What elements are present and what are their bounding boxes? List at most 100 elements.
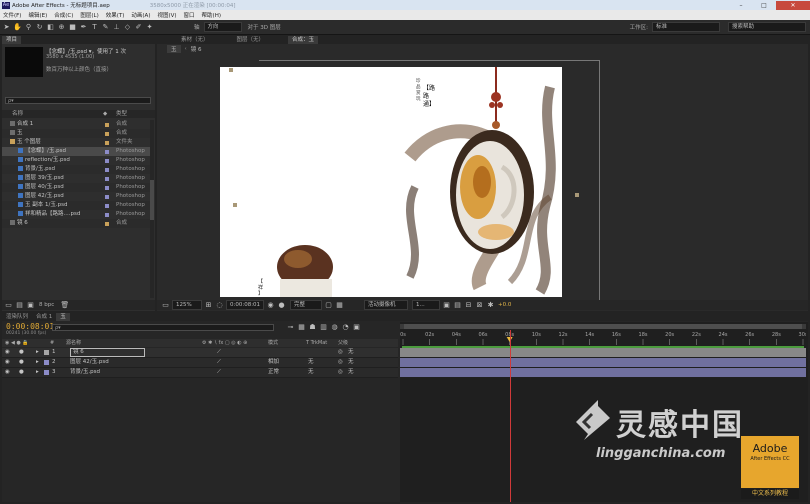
menu-composition[interactable]: 合成(C) <box>54 11 73 19</box>
parent-pickwhip-icon[interactable]: ◎ <box>338 348 343 357</box>
snapshot-icon[interactable]: ◉ <box>266 301 275 310</box>
draft-3d-icon[interactable]: ▦ <box>297 323 306 332</box>
zoom-tool-icon[interactable]: ⚲ <box>24 23 33 32</box>
graph-editor-icon[interactable]: ◔ <box>341 323 350 332</box>
time-ruler[interactable]: 0s02s04s06s08s10s12s14s16s18s20s22s24s26… <box>400 330 806 346</box>
layer-row[interactable]: ◉ ● ▸ 1 镜 6 ⟋ ◎ 无 <box>2 348 398 358</box>
view-layout-select[interactable]: 1... <box>412 300 440 310</box>
layer-name[interactable]: 背景/玉.psd <box>70 368 100 377</box>
close-button[interactable]: ✕ <box>776 0 810 10</box>
new-comp-icon[interactable]: ▣ <box>26 301 35 310</box>
label-color-swatch[interactable] <box>105 204 109 208</box>
mask-visibility-icon[interactable]: ◌ <box>215 301 224 310</box>
label-color-swatch[interactable] <box>105 141 109 145</box>
eye-icon[interactable]: ◉ <box>5 368 10 377</box>
layer-shy-switch-icon[interactable]: ⟋ <box>217 358 221 367</box>
tab-comp-1[interactable]: 合成 1 <box>32 313 56 321</box>
parent-pickwhip-icon[interactable]: ◎ <box>338 358 343 367</box>
layer-shy-switch-icon[interactable]: ⟋ <box>217 348 221 357</box>
menu-help[interactable]: 帮助(H) <box>202 11 221 19</box>
hide-shy-icon[interactable]: ☗ <box>308 323 317 332</box>
breadcrumb-item-1[interactable]: 玉 <box>167 44 181 53</box>
menu-effect[interactable]: 效果(T) <box>106 11 125 19</box>
expand-arrow-icon[interactable]: ▸ <box>36 358 39 367</box>
region-of-interest-icon[interactable]: ▢ <box>324 301 333 310</box>
col-trkmat[interactable]: T TrkMat <box>306 339 327 347</box>
tab-layer[interactable]: 图层（无） <box>233 36 269 44</box>
pen-tool-icon[interactable]: ✒ <box>79 23 88 32</box>
resolution-select[interactable]: 完整 <box>290 300 322 310</box>
magnification-icon[interactable]: ▭ <box>161 301 170 310</box>
layer-row[interactable]: ◉ ● ▸ 2 图层 42/玉.psd ⟋ 相加 无 ◎ 无 <box>2 358 398 368</box>
playhead[interactable] <box>509 330 511 502</box>
text-tool-icon[interactable]: T <box>90 23 99 32</box>
timeline-search-input[interactable]: ρ▾ <box>52 324 274 331</box>
solo-icon[interactable]: ● <box>19 348 24 357</box>
timeline-timecode[interactable]: 0:00:08:01 <box>6 322 54 331</box>
rotate-tool-icon[interactable]: ↻ <box>35 23 44 32</box>
anchor-handle-right[interactable] <box>575 193 579 197</box>
interpret-footage-icon[interactable]: ▭ <box>4 301 13 310</box>
new-folder-icon[interactable]: ▤ <box>15 301 24 310</box>
solo-icon[interactable]: ● <box>19 358 24 367</box>
exposure-reset-icon[interactable]: ✱ <box>486 301 495 310</box>
label-color-swatch[interactable] <box>105 213 109 217</box>
layer-duration-bar[interactable] <box>400 348 806 358</box>
eye-icon[interactable]: ◉ <box>5 358 10 367</box>
label-color-swatch[interactable] <box>105 222 109 226</box>
work-area-bar[interactable] <box>400 324 806 329</box>
motion-blur-icon[interactable]: ◍ <box>330 323 339 332</box>
menu-window[interactable]: 窗口 <box>184 11 195 19</box>
label-color-swatch[interactable] <box>105 132 109 136</box>
expand-arrow-icon[interactable]: ▸ <box>36 368 39 377</box>
exposure-value[interactable]: +0.0 <box>498 302 511 308</box>
fast-preview-icon[interactable]: ▤ <box>453 301 462 310</box>
project-item[interactable]: 【念蝶】/玉.psd Photoshop <box>2 147 152 156</box>
puppet-tool-icon[interactable]: ✦ <box>145 23 154 32</box>
tab-project[interactable]: 项目 <box>2 35 22 44</box>
project-item[interactable]: 图层 42/玉.psd Photoshop <box>2 192 152 201</box>
workspace-select[interactable]: 标准 <box>652 22 720 32</box>
menu-layer[interactable]: 图层(L) <box>80 11 98 19</box>
maximize-button[interactable]: □ <box>753 1 775 10</box>
project-item[interactable]: 图层 40/玉.psd Photoshop <box>2 183 152 192</box>
tab-composition[interactable]: 合成：玉 <box>288 35 319 44</box>
eraser-tool-icon[interactable]: ◇ <box>123 23 132 32</box>
bit-depth-toggle[interactable]: 8 bpc <box>39 302 54 308</box>
col-parent[interactable]: 父级 <box>338 339 348 347</box>
label-color-swatch[interactable] <box>105 123 109 127</box>
timeline-icon[interactable]: ⊟ <box>464 301 473 310</box>
project-item[interactable]: 玉 合成 <box>2 129 152 138</box>
label-color-swatch[interactable] <box>105 186 109 190</box>
label-color-swatch[interactable] <box>105 168 109 172</box>
project-item[interactable]: 镜 6 合成 <box>2 219 152 228</box>
selection-tool-icon[interactable]: ➤ <box>2 23 11 32</box>
layer-trkmat-select[interactable]: 无 <box>308 368 314 377</box>
anchor-handle-left[interactable] <box>233 203 237 207</box>
tab-render-queue[interactable]: 渲染队列 <box>2 313 32 321</box>
label-color-swatch[interactable] <box>105 150 109 154</box>
layer-shy-switch-icon[interactable]: ⟋ <box>217 368 221 377</box>
brainstorm-icon[interactable]: ▣ <box>352 323 361 332</box>
layer-parent-select[interactable]: 无 <box>348 358 354 367</box>
show-channel-icon[interactable]: ● <box>277 301 286 310</box>
project-item[interactable]: 祥和精品【路路....psd Photoshop <box>2 210 152 219</box>
menu-animation[interactable]: 动画(A) <box>131 11 150 19</box>
col-label-header-icon[interactable]: ◆ <box>103 110 107 118</box>
col-name-header[interactable]: 名称 <box>12 110 23 118</box>
layer-mode-select[interactable]: 相加 <box>268 358 279 367</box>
current-time-field[interactable]: 0:00:08:01 <box>226 300 264 310</box>
pan-behind-tool-icon[interactable]: ⊕ <box>57 23 66 32</box>
col-type-header[interactable]: 类型 <box>116 110 127 118</box>
breadcrumb-item-2[interactable]: 镜 6 <box>191 45 202 53</box>
frame-blending-icon[interactable]: ▥ <box>319 323 328 332</box>
comp-canvas[interactable]: 珍 品 赏 玩 【路 路 通】 【 祥 】 <box>220 67 562 297</box>
eye-icon[interactable]: ◉ <box>5 348 10 357</box>
solo-icon[interactable]: ● <box>19 368 24 377</box>
tab-footage[interactable]: 素材（无） <box>177 36 213 44</box>
project-item[interactable]: 背景/玉.psd Photoshop <box>2 165 152 174</box>
hand-tool-icon[interactable]: ✋ <box>13 23 22 32</box>
layer-row[interactable]: ◉ ● ▸ 3 背景/玉.psd ⟋ 正常 无 ◎ 无 <box>2 368 398 378</box>
rectangle-tool-icon[interactable]: ■ <box>68 23 77 32</box>
clone-tool-icon[interactable]: ⊥ <box>112 23 121 32</box>
